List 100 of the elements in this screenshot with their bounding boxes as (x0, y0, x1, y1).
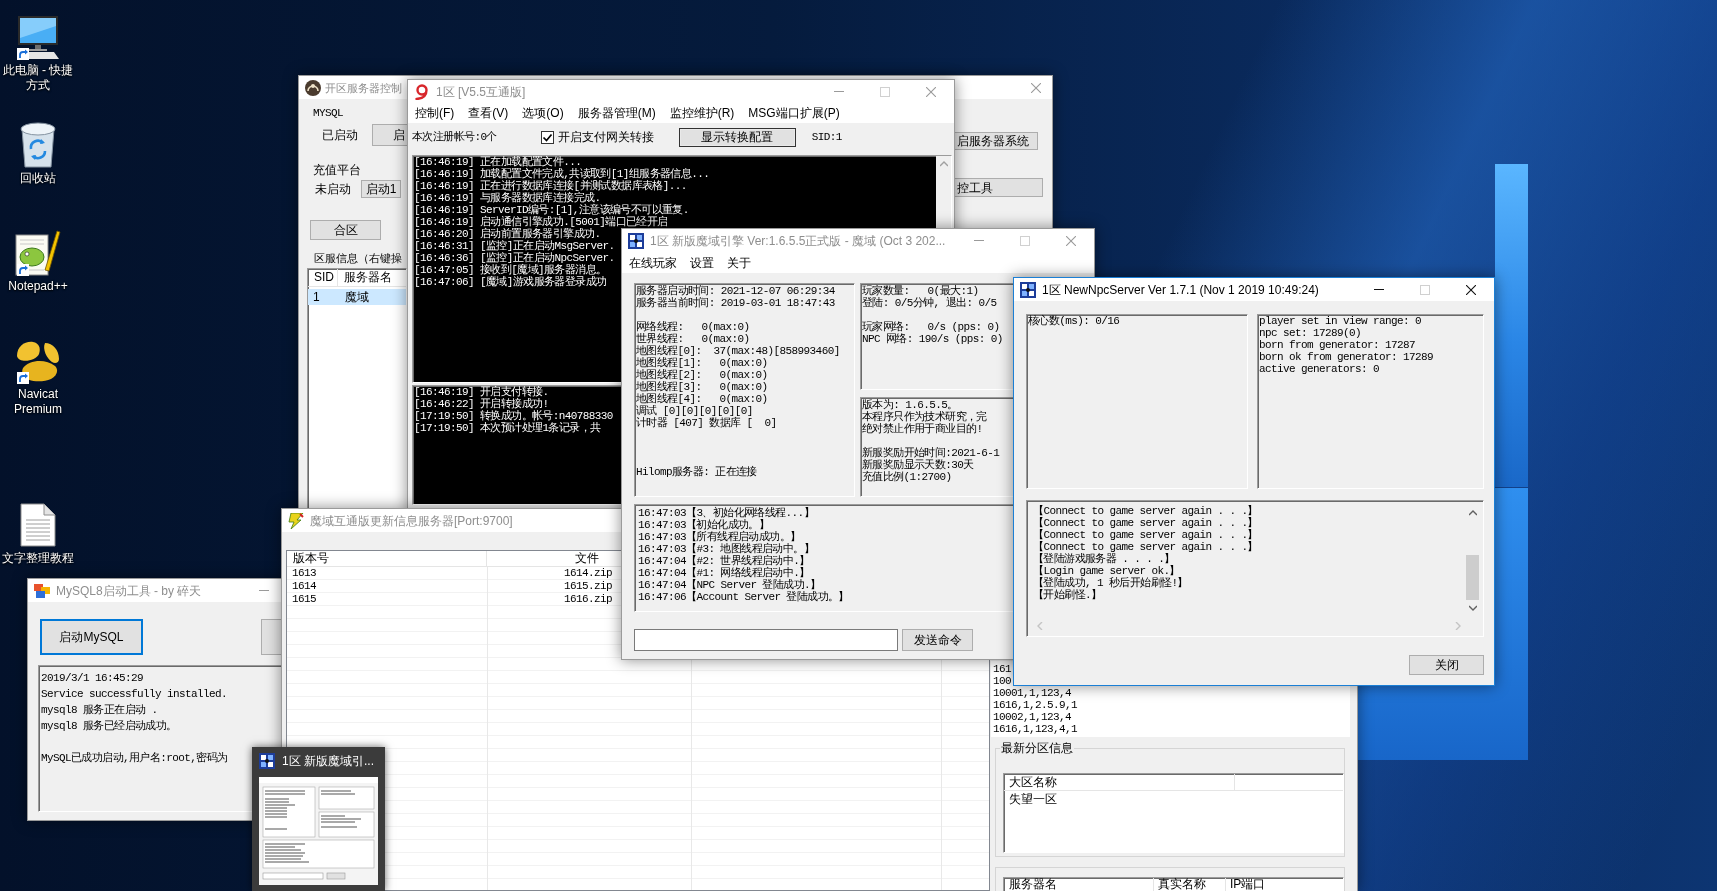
log-line: [16:46:20] 启动前置服务器引擎成功. (414, 228, 601, 240)
status-line: 玩家网络: 0/s (pps: 0) (862, 321, 1000, 333)
merge-button[interactable]: 合区 (310, 220, 381, 240)
close-button[interactable]: 关闭 (1409, 655, 1484, 675)
log-line: 【Connect to game server again . . .】 (1033, 529, 1258, 541)
log-line: 【登陆游戏服务器 . . . .】 (1033, 553, 1175, 565)
status-line: 地图线程[0]: 37(max:48)[858993460] (636, 345, 840, 357)
column-header[interactable]: 大区名称 (1004, 774, 1235, 790)
table-cell-text: 1614.zip (563, 567, 613, 580)
menu-item[interactable]: 服务器管理(M) (577, 106, 656, 120)
info-line: 新服奖励显示天数:30天 (862, 459, 974, 471)
desktop-shortcut[interactable]: 此电脑 - 快捷方式 (0, 13, 76, 93)
info-line: 本程序只作为技术研究，完 (862, 411, 987, 423)
notepad-icon[interactable] (15, 230, 61, 276)
desktop-shortcut[interactable]: 文字整理教程 (0, 501, 76, 566)
log-line: [16:46:36] [监控]正在启动NpcServer. (414, 252, 615, 264)
column-header[interactable]: 真实名称 (1154, 878, 1226, 891)
start-button[interactable]: 启动1 (361, 180, 401, 198)
status-line: player set in view range: 0 (1259, 315, 1422, 327)
column-header[interactable]: 服务器名 (1004, 878, 1154, 891)
tool-button[interactable]: 启服务器系统 (955, 132, 1038, 150)
status-line: 地图线程[3]: 0(max:0) (636, 381, 768, 393)
menu-item[interactable]: 关于 (727, 255, 751, 270)
section-label: 充值平台 (313, 163, 362, 177)
secondary-button[interactable] (261, 619, 281, 655)
log-line: [16:46:19] 与服务器数据库连接完成. (414, 192, 601, 204)
menu-item[interactable]: 监控维护(R) (669, 106, 735, 120)
scroll-up-icon[interactable] (1468, 509, 1477, 516)
log-line: [16:47:06] [魔域]游戏服务器登录成功 (414, 276, 607, 288)
document-icon[interactable] (20, 503, 56, 547)
checkbox-label[interactable]: 开启支付网关转接 (557, 130, 654, 144)
window-title: MySQL8启动工具 - by 碎天 (56, 583, 202, 598)
checkbox[interactable] (540, 130, 554, 144)
petals-icon[interactable] (15, 340, 61, 382)
list-row[interactable]: 1 魔域 (308, 289, 406, 305)
menu-item[interactable]: 选项(O) (522, 106, 564, 120)
menu-item[interactable]: MSG端口扩展(P) (748, 106, 840, 120)
scrollbar-thumb[interactable] (1466, 555, 1479, 600)
column-header[interactable]: SID (308, 269, 338, 286)
bolt-icon (288, 512, 304, 529)
column-header[interactable]: 版本号 (287, 551, 487, 566)
scroll-up-icon[interactable] (939, 161, 948, 167)
log-line: 16:47:03【所有线程启动成功。】 (638, 531, 801, 543)
window-title: 魔域互通版更新信息服务器[Port:9700] (310, 513, 513, 528)
recycle-bin-icon[interactable] (20, 122, 56, 168)
status-line: 核心数(ms): 0/16 (1028, 315, 1120, 327)
status-line: 地图线程[2]: 0(max:0) (636, 369, 768, 381)
blocks-icon (628, 232, 644, 249)
log-line: 16:47:04【#2: 世界线程启动中.】 (638, 555, 810, 567)
log-line: [16:47:05] 接收到[魔域]服务器消息。 (414, 264, 607, 276)
status-line: 服务器当前时间: 2019-03-01 18:47:43 (636, 297, 835, 309)
info-line: 充值比例(1:2700) (862, 471, 952, 483)
menu-item[interactable]: 查看(V) (468, 106, 509, 120)
sid-label: SID:1 (811, 131, 842, 143)
table-cell-text: 1616.zip (563, 593, 613, 606)
table-cell-text: 魔域 (344, 290, 369, 304)
log-line: 16:47:03【3、初始化网络线程...】 (638, 507, 814, 519)
log-line: 16:47:03【#3: 地图线程启动中。】 (638, 543, 814, 555)
column-header[interactable]: IP端口 (1226, 878, 1266, 891)
tool-button[interactable]: 控工具 (955, 178, 1043, 197)
log-line: [16:46:19] 启动通信引擎成功.[5001]端口已经开启 (414, 216, 668, 228)
log-line: 16:47:06【Account Server 登陆成功。】 (638, 591, 849, 603)
log-line: [17:19:50] 本次预计处理1条记录，共 (414, 422, 601, 434)
record-line: 100 (993, 675, 1011, 687)
log-line: [16:46:19] ServerID编号:[1],注意该编号不可以重复. (414, 204, 689, 216)
status-line: 调试 [0][0][0][0][0] (636, 405, 753, 417)
desktop-shortcut[interactable]: Notepad++ (0, 229, 76, 294)
log-line: mysql8 服务已经启动成功。 (41, 719, 177, 734)
status-line: born from generator: 17287 (1259, 339, 1416, 351)
record-line: 1616,1,123,4,1 (993, 723, 1077, 735)
status-line: 网络线程: 0(max:0) (636, 321, 750, 333)
status-text: 未启动 (315, 182, 351, 196)
info-line: 版本为: 1.6.5.5。 (862, 399, 958, 411)
log-line: 16:47:03【初始化成功。】 (638, 519, 770, 531)
menu-item[interactable]: 设置 (690, 255, 714, 270)
log-line: 【Connect to game server again . . .】 (1033, 517, 1258, 529)
close-icon[interactable] (1466, 284, 1476, 295)
status-line: 地图线程[4]: 0(max:0) (636, 393, 768, 405)
desktop-shortcut[interactable]: Navicat Premium (0, 337, 76, 417)
log-line: MySQL已成功启动,用户名:root,密码为 (41, 751, 228, 766)
column-header[interactable]: 文件 (487, 551, 621, 566)
start-button[interactable]: 启 (372, 124, 407, 146)
info-line: 绝对禁止作用于商业目的! (862, 423, 983, 435)
show-config-button[interactable]: 显示转换配置 (678, 127, 796, 147)
status-line: 登陆: 0/5分钟, 退出: 0/5 (862, 297, 997, 309)
computer-icon[interactable] (16, 15, 60, 59)
menu-item[interactable]: 控制(F) (415, 106, 455, 120)
send-command-button[interactable]: 发送命令 (902, 629, 973, 651)
scrollbar[interactable] (936, 156, 951, 228)
column-header[interactable]: 服务器名 (338, 269, 406, 286)
command-input[interactable] (634, 629, 898, 651)
status-line: npc set: 17289(0) (1259, 327, 1362, 339)
status-line: 服务器启动时间: 2021-12-07 06:29:34 (636, 285, 835, 297)
scroll-down-icon[interactable] (1468, 604, 1477, 611)
log-line: 【开始刷怪.】 (1033, 589, 1102, 601)
table-cell-text: 1613 (291, 567, 317, 580)
desktop-shortcut[interactable]: 回收站 (0, 121, 76, 186)
menu-item[interactable]: 在线玩家 (629, 255, 677, 270)
status-line: 玩家数量: 0(最大:1) (862, 285, 979, 297)
start-mysql-button[interactable]: 启动MySQL (40, 619, 143, 655)
